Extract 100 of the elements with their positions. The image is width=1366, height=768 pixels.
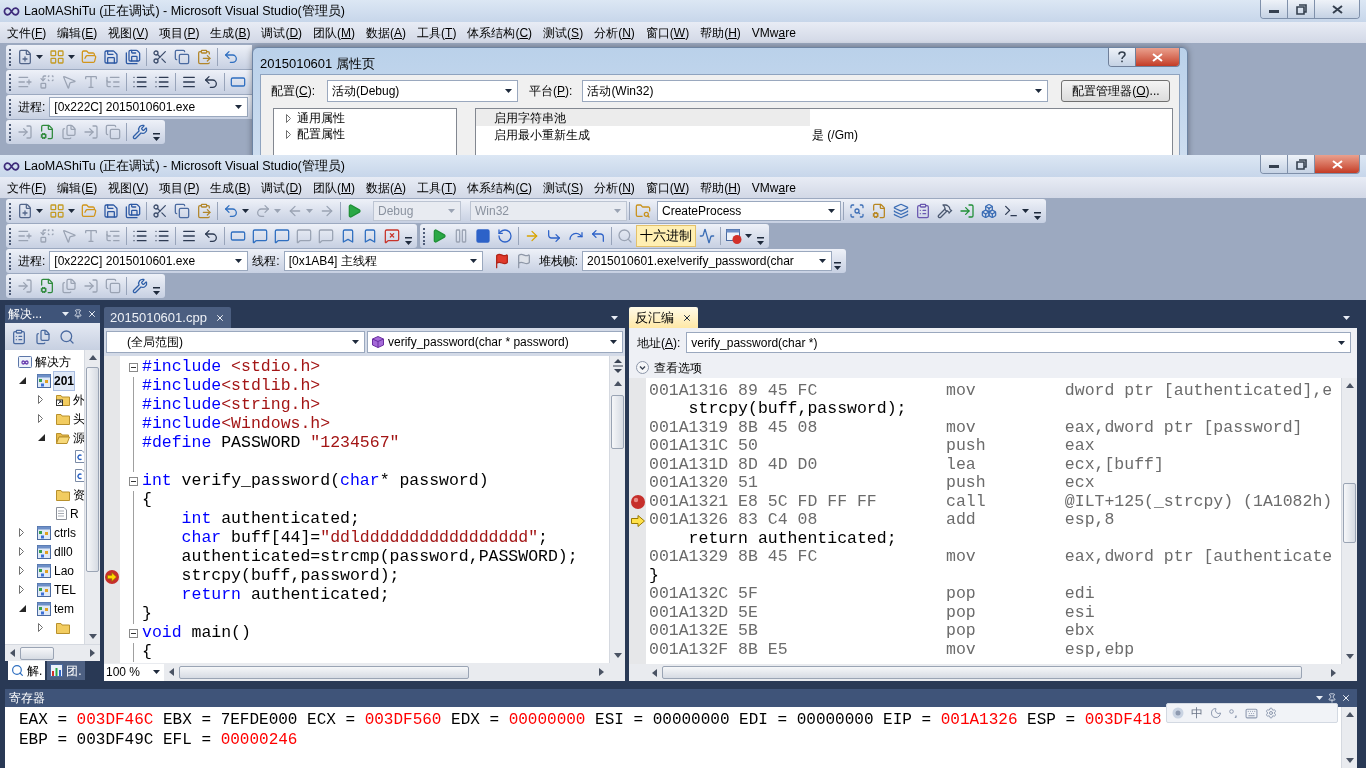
lines-icon[interactable] <box>181 228 197 244</box>
play-icon[interactable] <box>431 228 447 244</box>
right-arrow-icon[interactable] <box>90 649 95 657</box>
cubes-icon[interactable] <box>981 203 997 219</box>
file-cog-icon[interactable] <box>871 203 887 219</box>
menu-item[interactable]: 团队(M) <box>313 178 356 197</box>
list-icon[interactable] <box>132 74 148 90</box>
caret-icon[interactable] <box>62 312 69 316</box>
overflow-icon[interactable] <box>153 133 160 141</box>
floppy-disks-icon[interactable] <box>125 49 141 65</box>
overflow-icon[interactable] <box>1034 212 1041 220</box>
menu-item[interactable]: 视图(V) <box>108 178 149 197</box>
speech-bubble-cross-icon[interactable] <box>384 228 400 244</box>
menu-item[interactable]: 帮助(H) <box>700 23 741 42</box>
minimize-button[interactable] <box>1261 0 1288 18</box>
up-arrow-icon[interactable] <box>613 381 622 386</box>
tree-item[interactable]: TEL <box>53 579 77 600</box>
file-plus-icon[interactable] <box>17 203 33 219</box>
list-icon[interactable] <box>154 74 170 90</box>
up-arrow-icon[interactable] <box>1345 383 1354 388</box>
menu-item[interactable]: 调试(D) <box>261 178 303 197</box>
expand-arrow-icon[interactable] <box>38 623 43 632</box>
document-tab[interactable]: 2015010601.cpp <box>104 307 231 328</box>
thread-dropdown[interactable]: [0x1AB4] 主线程 <box>283 251 483 271</box>
menu-item[interactable]: 项目(P) <box>159 23 200 42</box>
property-name[interactable]: 启用字符串池 <box>476 109 810 126</box>
left-arrow-icon[interactable] <box>652 668 657 677</box>
tree-item[interactable]: 资 <box>72 484 84 505</box>
caret-icon[interactable] <box>36 55 43 59</box>
pages-icon[interactable] <box>35 328 51 345</box>
corner-up-arrow-icon[interactable] <box>590 228 606 244</box>
horizontal-scrollbar[interactable] <box>629 664 1357 681</box>
tree-item[interactable]: 头 <box>72 408 84 429</box>
hex-toggle[interactable]: 十六进制 <box>636 225 696 247</box>
menu-item[interactable]: 测试(S) <box>543 23 584 42</box>
file-cog-icon[interactable] <box>39 278 55 294</box>
menu-item[interactable]: 团队(M) <box>313 23 356 42</box>
zoom-dropdown[interactable]: 100 % <box>104 663 164 681</box>
caret-icon[interactable] <box>610 340 617 344</box>
scissors-icon[interactable] <box>152 203 168 219</box>
down-arrow-icon[interactable] <box>613 653 622 658</box>
pages-icon[interactable] <box>174 49 190 65</box>
collapse-arrow-icon[interactable] <box>19 377 26 384</box>
expand-arrow-icon[interactable] <box>19 585 24 594</box>
bookmark-icon[interactable] <box>340 228 356 244</box>
floppy-disks-icon[interactable] <box>125 203 141 219</box>
menu-item[interactable]: 项目(P) <box>159 178 200 197</box>
stack-frame-dropdown[interactable]: 2015010601.exe!verify_password(char <box>582 251 833 271</box>
menu-item[interactable]: 数据(A) <box>366 178 407 197</box>
vertical-scrollbar[interactable] <box>609 356 625 663</box>
down-arrow-icon[interactable] <box>1345 654 1354 659</box>
scope-dropdown[interactable]: (全局范围) <box>106 331 365 353</box>
up-arrow-icon[interactable] <box>88 355 97 360</box>
terminal-icon[interactable] <box>1003 203 1019 219</box>
caret-icon[interactable] <box>352 340 359 344</box>
tree-item[interactable]: Lao <box>53 560 76 581</box>
scrollbar-thumb[interactable] <box>1343 483 1356 543</box>
bookmark-icon[interactable] <box>362 228 378 244</box>
caret-icon[interactable] <box>235 259 243 263</box>
menu-item[interactable]: 文件(F) <box>7 23 47 42</box>
collapse-arrow-icon[interactable] <box>38 434 45 441</box>
speech-bubble-icon[interactable] <box>274 228 290 244</box>
caret-icon[interactable] <box>1022 209 1029 213</box>
menu-item[interactable]: 测试(S) <box>543 178 584 197</box>
right-arrow-icon[interactable] <box>599 668 604 676</box>
scrollbar-thumb[interactable] <box>611 395 624 449</box>
caret-icon[interactable] <box>235 105 243 109</box>
breakpoint-arrow-icon[interactable] <box>105 569 119 584</box>
wave-icon[interactable] <box>699 228 715 244</box>
expand-arrow-icon[interactable] <box>19 566 24 575</box>
menu-item[interactable]: VMware <box>751 23 796 42</box>
expand-arrow-icon[interactable] <box>38 414 43 423</box>
tree-item[interactable]: 通用属性 <box>297 109 345 127</box>
menu-item[interactable]: 编辑(E) <box>57 178 98 197</box>
menu-item[interactable]: 编辑(E) <box>57 23 98 42</box>
menu-item[interactable]: 分析(N) <box>594 178 635 197</box>
menu-item[interactable]: 帮助(H) <box>700 178 741 197</box>
close-icon[interactable] <box>1341 693 1351 703</box>
undo-arrow-icon[interactable] <box>223 203 239 219</box>
caret-icon[interactable] <box>819 259 827 263</box>
panel-tab[interactable]: 解. <box>8 661 46 680</box>
scrollbar-thumb[interactable] <box>86 367 99 572</box>
close-button[interactable] <box>1315 0 1359 18</box>
collapse-box-icon[interactable] <box>129 477 138 486</box>
configuration-manager-button[interactable]: 配置管理器(O)... <box>1061 80 1171 102</box>
layers-icon[interactable] <box>893 203 909 219</box>
menu-item[interactable]: 分析(N) <box>594 23 635 42</box>
rectangle-icon[interactable] <box>230 228 246 244</box>
caret-icon[interactable] <box>68 55 75 59</box>
pin-icon[interactable] <box>1327 693 1337 703</box>
menu-item[interactable]: 生成(B) <box>210 178 251 197</box>
menu-item[interactable]: 体系结构(C) <box>467 23 533 42</box>
tree-item[interactable]: 解决方 <box>34 351 72 372</box>
collapse-arrow-icon[interactable] <box>19 605 26 612</box>
caret-icon[interactable] <box>1316 696 1323 700</box>
restore-button[interactable] <box>1288 0 1315 18</box>
up-arrow-icon[interactable] <box>1345 712 1354 717</box>
clipboard-list-icon[interactable] <box>11 328 27 345</box>
arrow-into-box-icon[interactable] <box>959 203 975 219</box>
list-icon[interactable] <box>132 228 148 244</box>
